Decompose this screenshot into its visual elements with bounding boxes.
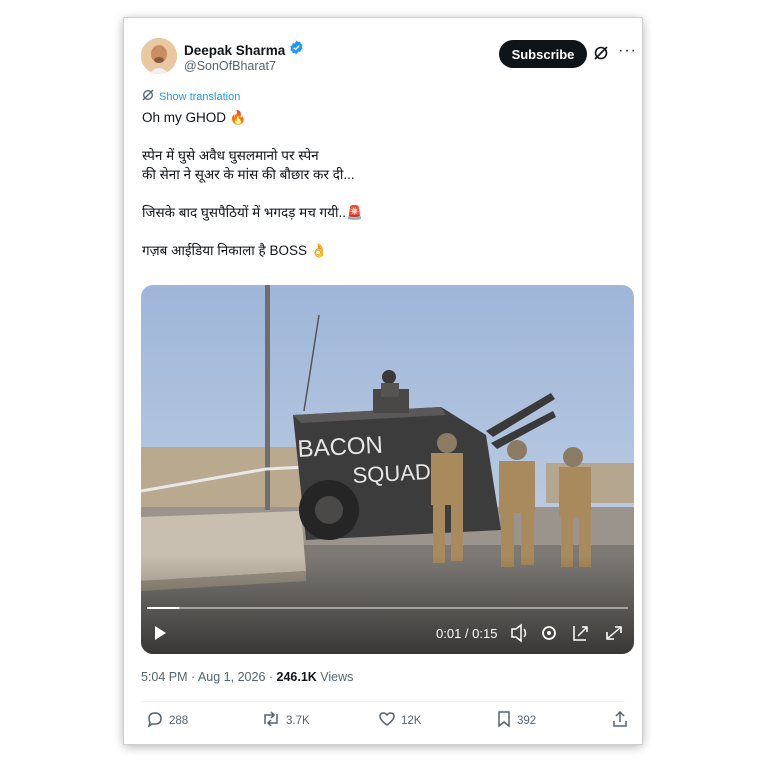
show-translation-link[interactable]: Show translation <box>142 89 240 104</box>
like-icon <box>378 710 396 731</box>
reply-count: 288 <box>169 714 189 727</box>
tweet-text: Oh my GHOD 🔥 स्पेन में घुसे अवैध घुसलमान… <box>142 108 622 260</box>
views-count: 246.1K <box>276 670 317 684</box>
author-handle[interactable]: @SonOfBharat7 <box>184 59 276 73</box>
video-player[interactable]: BACON SQUAD 0:01 / 0:15 <box>141 285 634 654</box>
share-button[interactable] <box>612 710 628 731</box>
tweet-line: की सेना ने सूअर के मांस की बौछार कर दी..… <box>142 167 355 182</box>
repost-icon <box>261 710 281 731</box>
tweet-meta: 5:04 PM · Aug 1, 2026 · 246.1K Views <box>141 670 353 684</box>
subscribe-button[interactable]: Subscribe <box>499 40 587 68</box>
bookmark-icon <box>496 710 512 731</box>
tweet-line: गज़ब आईडिया निकाला है BOSS 👌 <box>142 243 328 258</box>
tweet-line: Oh my GHOD 🔥 <box>142 110 247 125</box>
tweet-line: स्पेन में घुसे अवैध घुसलमानो पर स्पेन <box>142 148 319 163</box>
video-time-display: 0:01 / 0:15 <box>436 626 497 641</box>
like-button[interactable]: 12K <box>378 710 421 731</box>
reply-button[interactable]: 288 <box>146 710 188 731</box>
tweet-line: जिसके बाद घुसपैठियों में भगदड़ मच गयी..🚨 <box>142 205 363 220</box>
tweet-card: Deepak Sharma @SonOfBharat7 Subscribe ··… <box>124 18 642 744</box>
translate-icon <box>142 89 154 104</box>
video-progress-fill[interactable] <box>147 607 180 609</box>
share-icon <box>612 710 628 731</box>
reply-icon <box>146 710 164 731</box>
like-count: 12K <box>401 714 422 727</box>
bookmark-button[interactable]: 392 <box>496 710 536 731</box>
verified-badge-icon <box>289 40 304 60</box>
repost-button[interactable]: 3.7K <box>261 710 310 731</box>
more-options-button[interactable]: ··· <box>618 42 637 60</box>
author-name[interactable]: Deepak Sharma <box>184 43 285 58</box>
timestamp[interactable]: 5:04 PM · Aug 1, 2026 · <box>141 670 277 684</box>
grok-icon[interactable] <box>593 45 609 66</box>
show-translation-label[interactable]: Show translation <box>159 91 240 103</box>
views-label: Views <box>316 670 354 684</box>
author-name-row[interactable]: Deepak Sharma <box>184 40 304 60</box>
bookmark-count: 392 <box>517 714 537 727</box>
avatar[interactable] <box>141 38 177 74</box>
repost-count: 3.7K <box>286 714 310 727</box>
action-bar: 288 3.7K 12K 392 <box>146 710 630 734</box>
vehicle-text: SQUAD <box>352 459 431 488</box>
divider <box>141 701 625 702</box>
vehicle-text: BACON <box>297 432 384 463</box>
